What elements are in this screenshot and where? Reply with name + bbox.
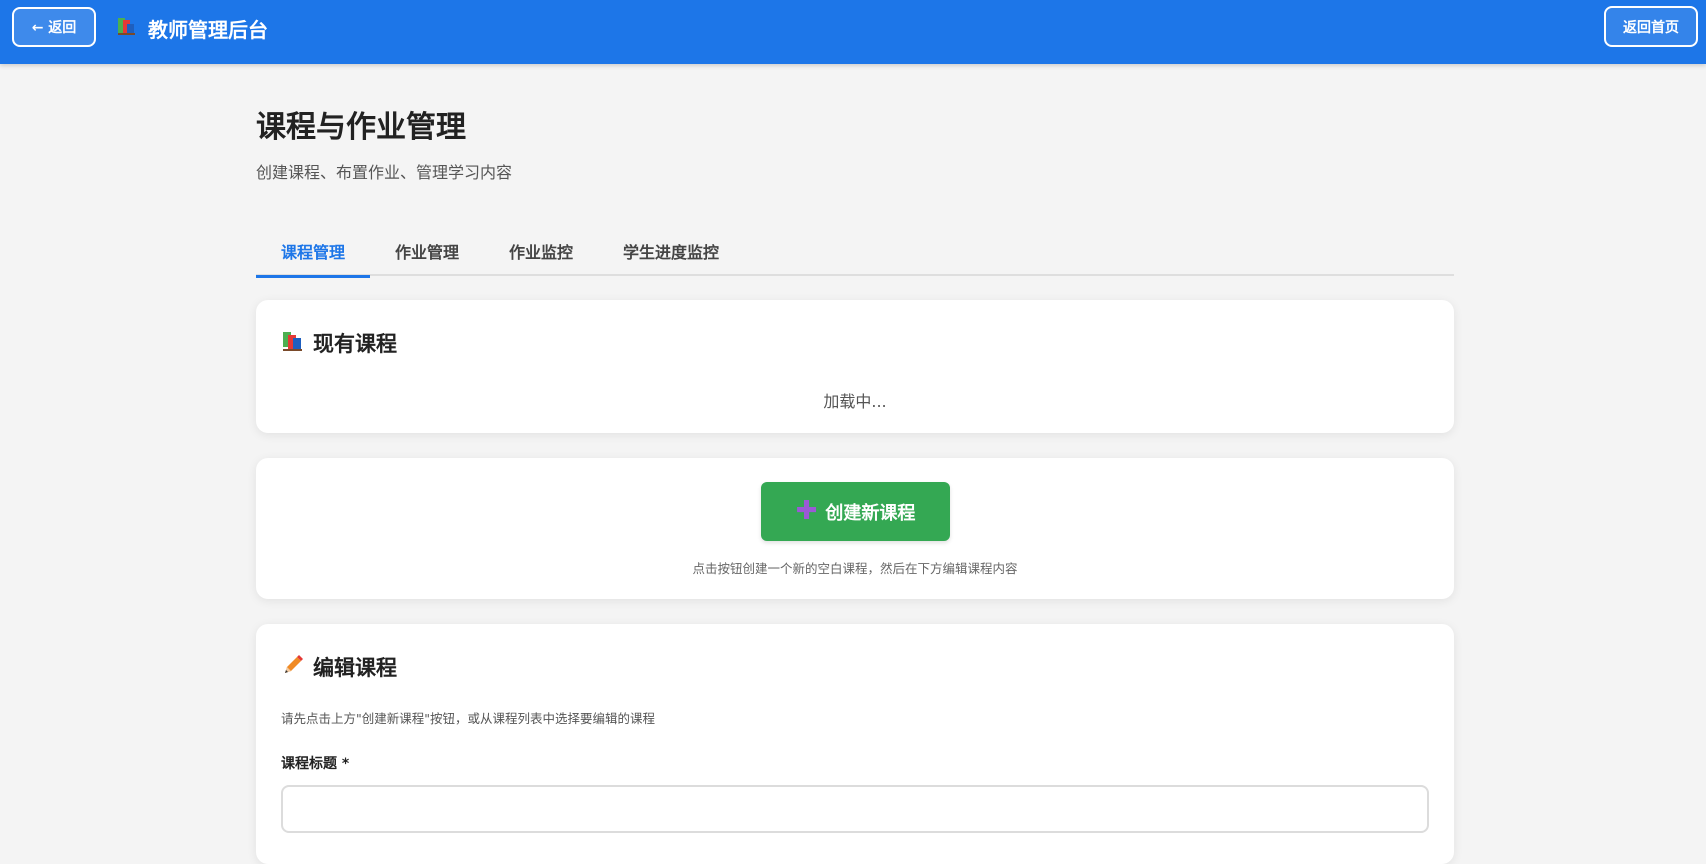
loading-status: 加载中... [823,392,887,411]
edit-course-card: 编辑课程 请先点击上方"创建新课程"按钮，或从课程列表中选择要编辑的课程 课程标… [256,624,1454,864]
books-icon [281,329,305,358]
home-button[interactable]: 返回首页 [1604,6,1698,47]
existing-courses-heading: 现有课程 [281,328,397,358]
create-course-hint: 点击按钮创建一个新的空白课程，然后在下方编辑课程内容 [692,561,1018,576]
pencil-icon [281,653,305,682]
page-title: 课程与作业管理 [256,110,466,145]
back-button-label: ← 返回 [31,20,77,36]
app-title: 教师管理后台 [148,17,268,42]
edit-course-heading: 编辑课程 [281,652,397,682]
edit-course-hint: 请先点击上方"创建新课程"按钮，或从课程列表中选择要编辑的课程 [281,711,656,726]
back-button[interactable]: ← 返回 [12,7,96,47]
create-course-label: 创建新课程 [825,502,916,524]
tab-assignment-monitoring[interactable]: 作业监控 [484,225,598,276]
home-button-label: 返回首页 [1623,19,1679,36]
create-course-button[interactable]: ✚ 创建新课程 [761,482,950,541]
tab-student-progress[interactable]: 学生进度监控 [598,225,744,276]
create-course-card: ✚ 创建新课程 点击按钮创建一个新的空白课程，然后在下方编辑课程内容 [256,458,1454,599]
brand: 教师管理后台 [116,14,268,42]
course-title-input[interactable] [281,785,1429,833]
course-title-label: 课程标题 * [281,756,350,772]
tab-bar: 课程管理 作业管理 作业监控 学生进度监控 [256,225,1454,278]
tab-course-management[interactable]: 课程管理 [256,225,371,278]
plus-icon: ✚ [795,495,818,526]
existing-courses-card: 现有课程 加载中... [256,300,1454,433]
tab-assignment-management[interactable]: 作业管理 [370,225,484,276]
books-icon [116,15,138,42]
top-navbar: ← 返回 教师管理后台 返回首页 [0,0,1706,64]
page-subtitle: 创建课程、布置作业、管理学习内容 [256,163,513,182]
